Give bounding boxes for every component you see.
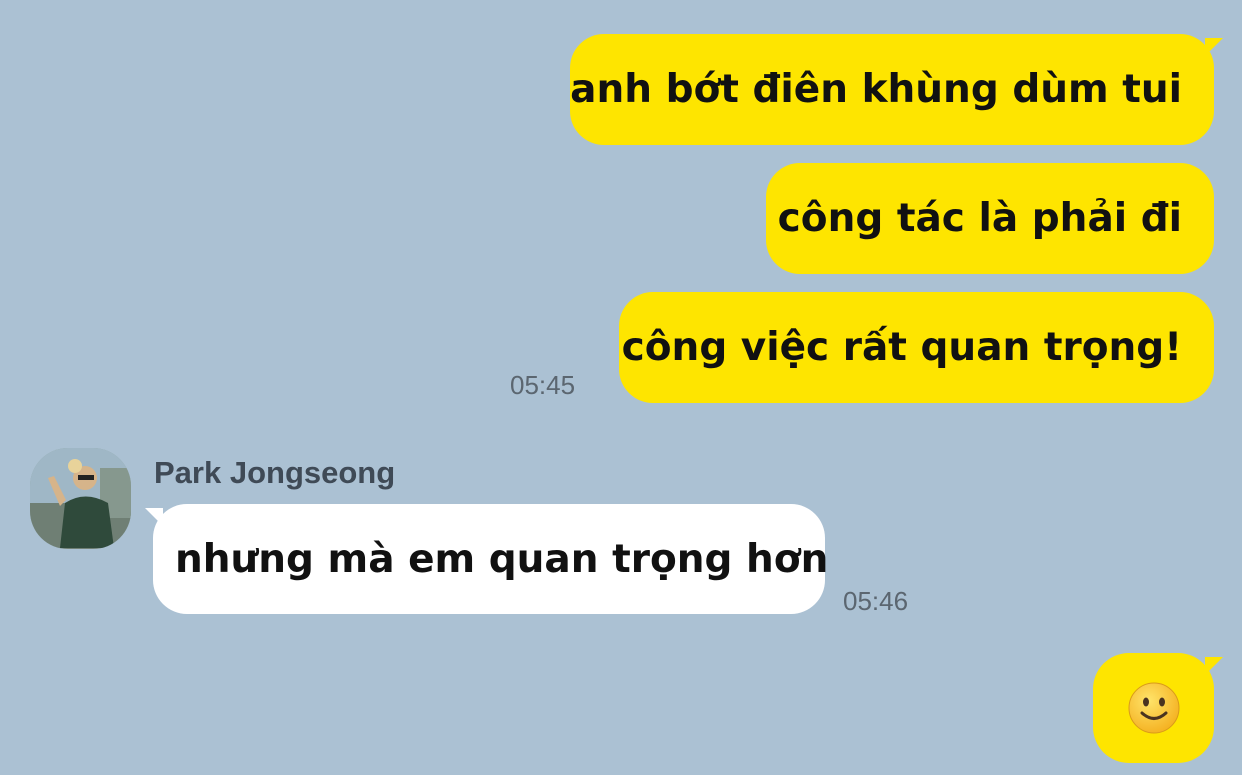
slightly-smiling-face-icon [1128, 682, 1179, 734]
bubble-tail [145, 508, 163, 526]
sender-name: Park Jongseong [154, 455, 396, 490]
message-text: nhưng mà em quan trọng hơn [175, 536, 829, 582]
message-text: anh bớt điên khùng dùm tui [570, 67, 1182, 112]
outgoing-emoji-bubble[interactable] [1093, 653, 1214, 763]
outgoing-message-bubble[interactable]: công việc rất quan trọng! [619, 292, 1214, 403]
avatar[interactable] [30, 448, 131, 549]
incoming-message-bubble[interactable]: nhưng mà em quan trọng hơn [153, 504, 829, 614]
outgoing-message-bubble[interactable]: công tác là phải đi [766, 163, 1214, 274]
outgoing-message-bubble[interactable]: anh bớt điên khùng dùm tui [570, 34, 1214, 145]
bubble-tail [1205, 38, 1223, 56]
message-timestamp: 05:46 [843, 586, 909, 616]
bubble-tail [1205, 657, 1223, 675]
profile-photo [30, 448, 131, 549]
message-text: công việc rất quan trọng! [621, 325, 1182, 370]
message-text: công tác là phải đi [777, 196, 1182, 241]
message-timestamp: 05:45 [510, 370, 576, 400]
